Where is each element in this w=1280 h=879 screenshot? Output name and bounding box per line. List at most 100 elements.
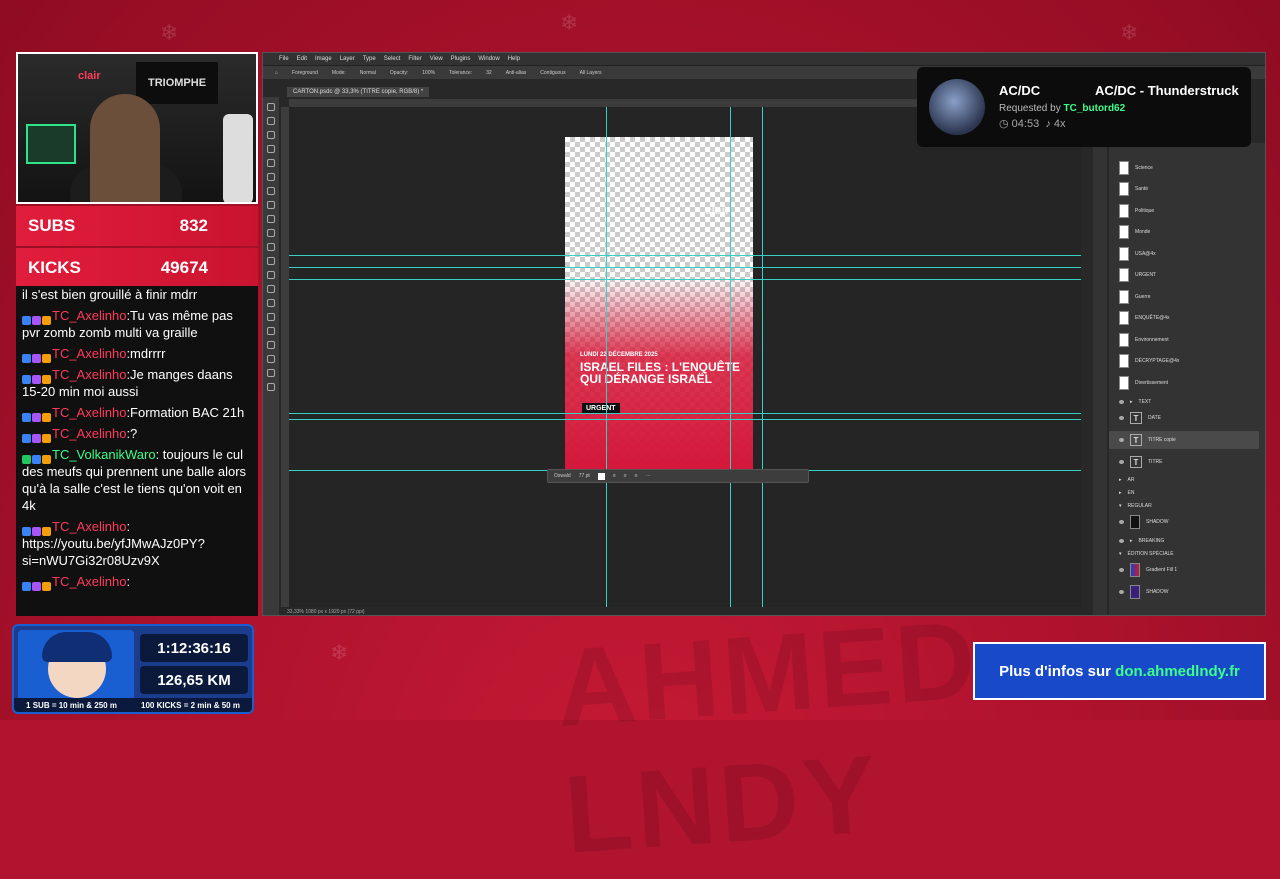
text-color-swatch[interactable]: [597, 472, 605, 480]
info-banner: Plus d'infos sur don.ahmedlndy.fr: [973, 642, 1266, 700]
chat-badges-icon: [22, 409, 52, 422]
move-tool-icon[interactable]: [267, 103, 275, 111]
brush-tool-icon[interactable]: [267, 215, 275, 223]
history-brush-icon[interactable]: [267, 243, 275, 251]
eyedropper-tool-icon[interactable]: [267, 187, 275, 195]
hand-tool-icon[interactable]: [267, 369, 275, 377]
timer-distance: 126,65 KM: [140, 666, 248, 694]
font-family-select[interactable]: Oswald: [554, 473, 571, 479]
contiguous-checkbox[interactable]: Contiguous: [540, 70, 565, 76]
doc-title[interactable]: ISRAEL FILES : L'ENQUÊTE QUI DÉRANGE ISR…: [580, 361, 745, 385]
layer-row[interactable]: SHADOW: [1109, 513, 1259, 531]
chat-username[interactable]: TC_Axelinho: [52, 519, 126, 534]
visibility-eye-icon[interactable]: [1119, 416, 1124, 420]
chat-badges-icon: [22, 312, 52, 325]
visibility-eye-icon[interactable]: [1119, 568, 1124, 572]
chat-username[interactable]: TC_Axelinho: [52, 426, 126, 441]
layer-row[interactable]: T TITRE: [1109, 453, 1259, 471]
font-size-select[interactable]: 77 pt: [579, 473, 590, 479]
fill-source-select[interactable]: Foreground: [292, 70, 318, 76]
chat-username[interactable]: TC_Axelinho: [52, 574, 126, 589]
visibility-eye-icon[interactable]: [1119, 438, 1124, 442]
background-watermark: AHMED LNDY: [552, 597, 984, 877]
visibility-eye-icon[interactable]: [1119, 520, 1124, 524]
menu-select[interactable]: Select: [384, 56, 401, 62]
visibility-eye-icon[interactable]: [1119, 590, 1124, 594]
marquee-tool-icon[interactable]: [267, 117, 275, 125]
type-tool-icon[interactable]: [267, 327, 275, 335]
menu-plugins[interactable]: Plugins: [451, 56, 471, 62]
layer-row[interactable]: Monde: [1109, 223, 1259, 241]
align-center-icon[interactable]: ≡: [624, 473, 627, 479]
stamp-tool-icon[interactable]: [267, 229, 275, 237]
menu-view[interactable]: View: [430, 56, 443, 62]
chat-username[interactable]: TC_VolkanikWaro: [52, 447, 156, 462]
opacity-input[interactable]: 100%: [422, 70, 435, 76]
chat-message: TC_VolkanikWaro: toujours le cul des meu…: [22, 446, 252, 514]
visibility-eye-icon[interactable]: [1119, 539, 1124, 543]
eraser-tool-icon[interactable]: [267, 257, 275, 265]
chat-username[interactable]: TC_Axelinho: [52, 308, 126, 323]
chat-panel: il s'est bien grouillé à finir mdrr TC_A…: [16, 286, 258, 616]
chat-username[interactable]: TC_Axelinho: [52, 346, 126, 361]
lasso-tool-icon[interactable]: [267, 131, 275, 139]
menu-layer[interactable]: Layer: [340, 56, 355, 62]
chat-badges-icon: [22, 371, 52, 384]
tolerance-input[interactable]: 32: [486, 70, 492, 76]
menu-filter[interactable]: Filter: [408, 56, 421, 62]
more-options-icon[interactable]: ···: [646, 473, 651, 479]
info-link[interactable]: don.ahmedlndy.fr: [1115, 663, 1240, 680]
layer-row[interactable]: Gradient Fill 1: [1109, 561, 1259, 579]
chat-username[interactable]: TC_Axelinho: [52, 405, 126, 420]
layer-row[interactable]: Science: [1109, 159, 1259, 177]
layer-name: Santé: [1135, 186, 1149, 192]
visibility-eye-icon[interactable]: [1119, 460, 1124, 464]
all-layers-checkbox[interactable]: All Layers: [580, 70, 602, 76]
snowflake-icon: ❄: [1120, 20, 1139, 45]
heal-tool-icon[interactable]: [267, 201, 275, 209]
document-tab[interactable]: CARTON.psdc @ 33,3% (TITRE copie, RGB/8)…: [287, 87, 430, 97]
home-icon[interactable]: ⌂: [275, 70, 278, 76]
crop-tool-icon[interactable]: [267, 159, 275, 167]
layer-row[interactable]: Santé: [1109, 180, 1259, 198]
blur-tool-icon[interactable]: [267, 285, 275, 293]
paint-bucket-icon[interactable]: [267, 271, 275, 279]
align-right-icon[interactable]: ≡: [635, 473, 638, 479]
layer-row[interactable]: ENQUÊTE@4x: [1109, 309, 1259, 327]
menu-file[interactable]: File: [279, 56, 289, 62]
menu-edit[interactable]: Edit: [297, 56, 307, 62]
requested-label: Requested by: [999, 103, 1061, 114]
layer-row[interactable]: URGENT: [1109, 266, 1259, 284]
shape-tool-icon[interactable]: [267, 355, 275, 363]
menu-type[interactable]: Type: [363, 56, 376, 62]
antialias-checkbox[interactable]: Anti-alias: [506, 70, 527, 76]
dodge-tool-icon[interactable]: [267, 299, 275, 307]
layer-row[interactable]: Politique: [1109, 202, 1259, 220]
menu-window[interactable]: Window: [478, 56, 499, 62]
chat-username[interactable]: TC_Axelinho: [52, 367, 126, 382]
zoom-tool-icon[interactable]: [267, 383, 275, 391]
layer-row[interactable]: T DATE: [1109, 409, 1259, 427]
path-select-icon[interactable]: [267, 341, 275, 349]
layer-name: ÉDITION SPÉCIALE: [1127, 551, 1174, 557]
subathon-timer: 1:12:36:16 126,65 KM 1 SUB = 10 min & 25…: [12, 624, 254, 714]
layer-row[interactable]: USA@4x: [1109, 245, 1259, 263]
frame-tool-icon[interactable]: [267, 173, 275, 181]
layer-row[interactable]: DÉCRYPTAGE@4x: [1109, 352, 1259, 370]
visibility-eye-icon[interactable]: [1119, 400, 1124, 404]
pen-tool-icon[interactable]: [267, 313, 275, 321]
layer-row[interactable]: Environnement: [1109, 331, 1259, 349]
mode-select[interactable]: Normal: [360, 70, 376, 76]
document-canvas[interactable]: clair LUNDI 22 DÉCEMBRE 2025 ISRAEL FILE…: [565, 137, 753, 473]
layer-thumbnail: [1119, 290, 1129, 304]
layer-row[interactable]: Divertissement: [1109, 374, 1259, 392]
menu-image[interactable]: Image: [315, 56, 332, 62]
align-left-icon[interactable]: ≡: [613, 473, 616, 479]
layer-row[interactable]: Guerre: [1109, 288, 1259, 306]
layer-row[interactable]: SHADOW: [1109, 583, 1259, 601]
menu-help[interactable]: Help: [508, 56, 520, 62]
vertical-ruler: [281, 107, 289, 607]
opacity-label: Opacity:: [389, 69, 409, 76]
select-tool-icon[interactable]: [267, 145, 275, 153]
layer-row-selected[interactable]: T TITRE copie: [1109, 431, 1259, 449]
